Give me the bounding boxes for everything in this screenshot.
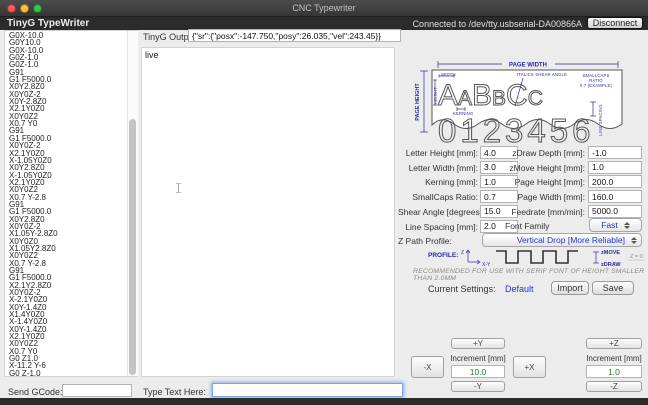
app-title: TinyG TypeWriter: [7, 18, 89, 29]
gcode-scrollbar[interactable]: [127, 31, 138, 376]
live-output-text: live: [145, 50, 159, 60]
type-text-input[interactable]: [212, 383, 403, 397]
z-zero-label: Z = 0: [630, 254, 643, 260]
gcode-line[interactable]: X0.7 Y-2.8: [9, 260, 137, 267]
square-wave: [496, 251, 578, 263]
disconnect-button[interactable]: Disconnect: [587, 17, 643, 29]
form-right-2-label: Page Height [mm]:: [505, 177, 585, 187]
z-axis-label: Z: [461, 250, 464, 256]
form-left-4-label: Shear Angle [degrees]:: [398, 207, 478, 217]
save-button[interactable]: Save: [592, 281, 634, 295]
gcode-list[interactable]: G0X-10.0G0Y10.0G0X-10.0G0Z-1.0G0Z-1.0G91…: [4, 30, 138, 377]
form-right-0-field[interactable]: [588, 146, 642, 159]
jog-plus-y-button[interactable]: +Y: [451, 338, 505, 349]
jog-plus-z-button[interactable]: +Z: [586, 338, 642, 349]
form-right-4-field[interactable]: [588, 205, 642, 218]
gcode-line[interactable]: G0Z-1.0: [9, 61, 137, 68]
form-right-3-label: Page Width [mm]:: [505, 192, 585, 202]
connection-status: Connected to /dev/tty.usbserial-DA00866A: [413, 19, 582, 29]
title-bar: CNC Typewriter: [0, 0, 648, 17]
jog-minus-x-button[interactable]: -X: [411, 356, 444, 378]
type-text-label: Type Text Here:: [143, 387, 206, 397]
window-title: CNC Typewriter: [0, 3, 648, 13]
profile-label: PROFILE:: [428, 252, 458, 259]
smallcaps-label-3: 0.7 (EXAMPLE): [580, 83, 613, 88]
tinyg-output-field[interactable]: [188, 29, 401, 42]
form-right-2-field[interactable]: [588, 175, 642, 188]
zmove-zdraw-bracket: [593, 252, 599, 263]
zmove-label: zMOVE: [601, 250, 620, 256]
send-gcode-input[interactable]: [62, 384, 132, 397]
form-left-0-label: Letter Height [mm]:: [398, 148, 478, 158]
form-left-1-label: Letter Width [mm]:: [398, 163, 478, 173]
form-right-4-label: Feedrate [mm/min]:: [505, 207, 585, 217]
page-width-label: PAGE WIDTH: [509, 63, 547, 69]
axis-icon: [466, 250, 480, 264]
z-increment-label: Increment [mm]: [579, 354, 648, 363]
z-path-profile-value: Vertical Drop [More Reliable]: [517, 235, 625, 245]
sample-digits: 0123456: [438, 112, 594, 144]
form-left-3-label: SmallCaps Ratio:: [398, 192, 478, 202]
form-right-1-field[interactable]: [588, 161, 642, 174]
jog-minus-y-button[interactable]: -Y: [451, 381, 505, 392]
z-path-profile-dropdown[interactable]: Vertical Drop [More Reliable]: [482, 233, 642, 247]
xy-increment-label: Increment [mm]: [443, 354, 513, 363]
recommendation-text: RECOMMENDED FOR USE WITH SERIF FONT OF H…: [413, 268, 645, 282]
jog-plus-x-button[interactable]: +X: [513, 356, 546, 378]
send-gcode-label: Send GCode:: [8, 387, 63, 397]
form-left-5-label: Line Spacing [mm]:: [398, 222, 478, 232]
gcode-line[interactable]: X0.7 Y-2.8: [9, 194, 137, 201]
font-family-dropdown[interactable]: Fast: [589, 218, 642, 232]
gcode-scrollbar-thumb[interactable]: [129, 119, 136, 375]
form-left-2-label: Kerning [mm]:: [398, 177, 478, 187]
line-spacing-label: LINE SPACING: [598, 104, 603, 135]
bottom-status-bar: [0, 398, 648, 405]
form-right-1-label: zMove Height [mm]:: [505, 163, 585, 173]
live-output-area[interactable]: live: [141, 47, 395, 377]
font-diagram-image: PAGE WIDTH PAGE HEIGHT WIDTH HEIGHT AaBb…: [410, 60, 646, 144]
z-path-profile-label: Z Path Profile:: [398, 236, 478, 246]
z-increment-field[interactable]: [586, 365, 642, 378]
font-family-value: Fast: [601, 220, 618, 230]
app-window: CNC Typewriter TinyG TypeWriter Connecte…: [0, 0, 648, 405]
stepper-icon: [631, 237, 637, 244]
current-settings-value: Default: [505, 284, 534, 294]
gcode-line[interactable]: X0.7 Y0: [9, 120, 137, 127]
italics-shear-label: ITALICS SHEAR ANGLE: [517, 72, 567, 77]
import-button[interactable]: Import: [551, 281, 589, 295]
form-right-3-field[interactable]: [588, 190, 642, 203]
z-profile-drawing: PROFILE: Z X-Y zMOVE zDRAW Z = 0: [410, 246, 646, 270]
gcode-line[interactable]: G0 Z-1.0: [9, 370, 137, 377]
xy-increment-field[interactable]: [451, 365, 505, 378]
font-family-label: Font Family: [505, 221, 585, 231]
page-height-label: PAGE HEIGHT: [415, 83, 421, 121]
text-cursor-icon: [178, 184, 179, 192]
form-right-0-label: zDraw Depth [mm]:: [505, 148, 585, 158]
current-settings-label: Current Settings:: [428, 284, 496, 294]
sample-letters: AaBbCc: [438, 79, 543, 112]
jog-minus-z-button[interactable]: -Z: [586, 381, 642, 392]
stepper-icon: [624, 222, 630, 229]
page-height-dimension: [420, 71, 428, 132]
